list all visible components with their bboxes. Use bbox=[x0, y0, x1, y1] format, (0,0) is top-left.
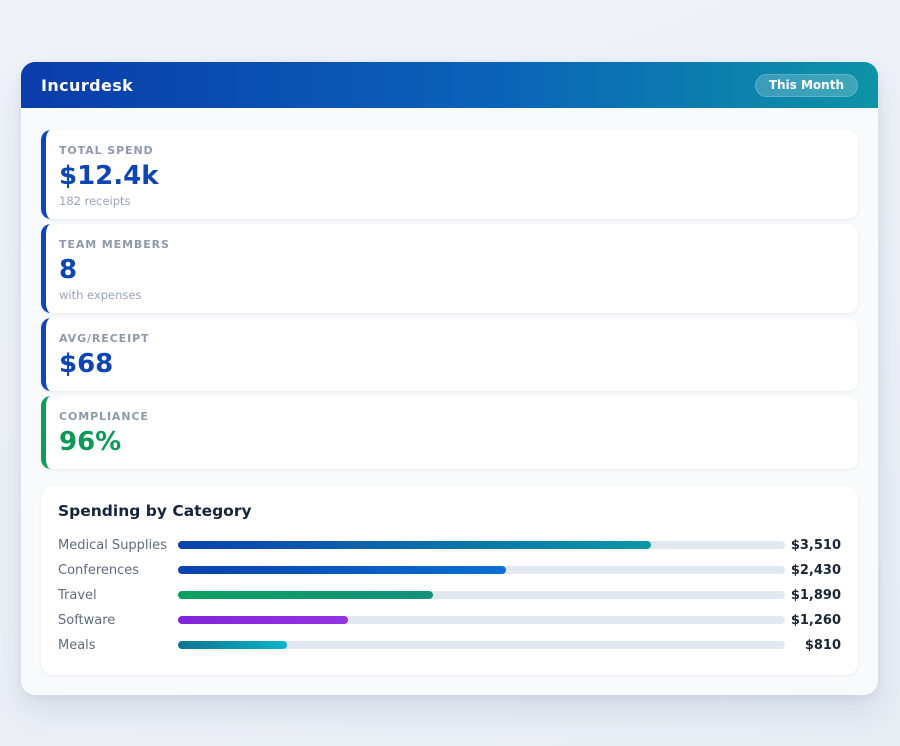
category-value: $2,430 bbox=[785, 563, 841, 578]
dashboard-content: TOTAL SPEND $12.4k 182 receipts TEAM MEM… bbox=[21, 108, 878, 695]
bar-fill bbox=[178, 566, 506, 574]
bar-fill bbox=[178, 641, 287, 649]
category-label: Meals bbox=[58, 638, 178, 653]
stat-label: TOTAL SPEND bbox=[59, 144, 842, 157]
bar-track bbox=[178, 641, 785, 649]
stat-value: 8 bbox=[59, 256, 842, 286]
category-label: Medical Supplies bbox=[58, 538, 178, 553]
stat-card-team-members: TEAM MEMBERS 8 with expenses bbox=[41, 224, 858, 313]
app-header: Incurdesk This Month bbox=[21, 62, 878, 108]
category-value: $1,260 bbox=[785, 613, 841, 628]
stat-subtitle: 182 receipts bbox=[59, 194, 842, 208]
bar-track bbox=[178, 541, 785, 549]
category-row-conferences: Conferences $2,430 bbox=[58, 558, 841, 583]
category-label: Travel bbox=[58, 588, 178, 603]
bar-track bbox=[178, 591, 785, 599]
app-container: Incurdesk This Month TOTAL SPEND $12.4k … bbox=[21, 62, 878, 695]
stat-card-avg-receipt: AVG/RECEIPT $68 bbox=[41, 318, 858, 391]
stat-card-total-spend: TOTAL SPEND $12.4k 182 receipts bbox=[41, 130, 858, 219]
category-value: $1,890 bbox=[785, 588, 841, 603]
bar-track bbox=[178, 566, 785, 574]
period-badge[interactable]: This Month bbox=[755, 74, 858, 97]
bar-track bbox=[178, 616, 785, 624]
section-title: Spending by Category bbox=[58, 502, 841, 520]
stat-value: 96% bbox=[59, 428, 842, 458]
category-row-travel: Travel $1,890 bbox=[58, 583, 841, 608]
bar-fill bbox=[178, 616, 348, 624]
stat-value: $68 bbox=[59, 350, 842, 380]
category-value: $3,510 bbox=[785, 538, 841, 553]
stat-label: AVG/RECEIPT bbox=[59, 332, 842, 345]
bar-fill bbox=[178, 591, 433, 599]
category-row-meals: Meals $810 bbox=[58, 633, 841, 658]
category-label: Software bbox=[58, 613, 178, 628]
stat-card-compliance: COMPLIANCE 96% bbox=[41, 396, 858, 469]
spending-by-category-card: Spending by Category Medical Supplies $3… bbox=[41, 486, 858, 675]
category-value: $810 bbox=[785, 638, 841, 653]
bar-fill bbox=[178, 541, 651, 549]
category-row-software: Software $1,260 bbox=[58, 608, 841, 633]
category-row-medical-supplies: Medical Supplies $3,510 bbox=[58, 533, 841, 558]
stat-label: TEAM MEMBERS bbox=[59, 238, 842, 251]
stat-subtitle: with expenses bbox=[59, 288, 842, 302]
app-title: Incurdesk bbox=[41, 76, 133, 95]
stat-value: $12.4k bbox=[59, 162, 842, 192]
stat-label: COMPLIANCE bbox=[59, 410, 842, 423]
category-label: Conferences bbox=[58, 563, 178, 578]
